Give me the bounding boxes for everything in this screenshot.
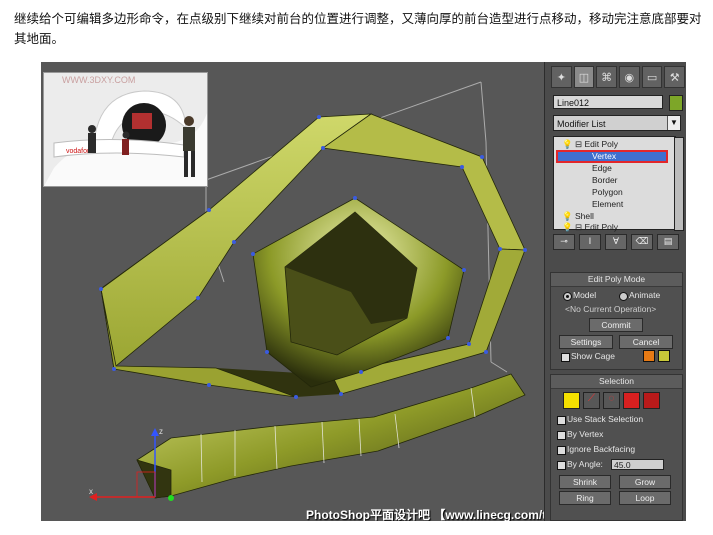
element-subobject-icon[interactable] xyxy=(643,392,660,409)
chevron-down-icon[interactable]: ▼ xyxy=(667,116,680,130)
motion-tab-icon[interactable]: ◉ xyxy=(619,66,640,88)
grow-button[interactable]: Grow xyxy=(619,475,671,489)
use-stack-selection-label: Use Stack Selection xyxy=(567,414,644,424)
lightbulb-icon[interactable]: 💡 xyxy=(562,211,573,221)
edge-subobject-icon[interactable]: ⟋ xyxy=(583,392,600,409)
perspective-viewport[interactable]: x z vodafone WWW.3DXY.COM PhotoShop平面设计吧… xyxy=(41,62,612,521)
by-vertex-label: By Vertex xyxy=(567,429,604,439)
ring-button[interactable]: Ring xyxy=(559,491,611,505)
caption-text: 继续给个可编辑多边形命令，在点级别下继续对前台的位置进行调整，又薄向厚的前台造型… xyxy=(14,11,702,46)
axis-z-label: z xyxy=(159,427,163,436)
stack-item-element[interactable]: Element xyxy=(592,198,623,210)
cage-selected-color-swatch[interactable] xyxy=(658,350,670,362)
stack-toolbar: ⊸ Ⅰ ∀ ⌫ ▤ xyxy=(553,234,681,250)
by-angle-label: By Angle: xyxy=(567,459,603,469)
hierarchy-tab-icon[interactable]: ⌘ xyxy=(596,66,618,88)
selection-title[interactable]: Selection xyxy=(551,375,682,389)
lightbulb-icon[interactable]: 💡 xyxy=(562,222,573,232)
loop-button[interactable]: Loop xyxy=(619,491,671,505)
border-subobject-icon[interactable]: ◌ xyxy=(603,392,620,409)
stack-item-edit-poly-2[interactable]: 💡 ⊟ Edit Poly xyxy=(562,221,618,233)
modifier-list-label: Modifier List xyxy=(557,119,606,129)
configure-sets-icon[interactable]: ▤ xyxy=(657,234,679,250)
make-unique-icon[interactable]: ∀ xyxy=(605,234,627,250)
cancel-button[interactable]: Cancel xyxy=(619,335,673,349)
edit-poly-mode-rollout: Edit Poly Mode Model Animate <No Current… xyxy=(550,272,683,370)
by-vertex-checkbox[interactable] xyxy=(557,431,566,440)
reference-photo-render: vodafone xyxy=(44,73,207,186)
modify-tab-icon[interactable]: ◫ xyxy=(573,66,595,88)
object-color-swatch[interactable] xyxy=(669,95,683,111)
pin-stack-icon[interactable]: ⊸ xyxy=(553,234,575,250)
utilities-tab-icon[interactable]: ⚒ xyxy=(664,66,686,88)
show-cage-label: Show Cage xyxy=(571,351,615,361)
show-end-result-icon[interactable]: Ⅰ xyxy=(579,234,601,250)
model-label: Model xyxy=(573,290,597,300)
axis-x-label: x xyxy=(89,487,93,496)
animate-radio[interactable] xyxy=(619,292,628,301)
lightbulb-icon[interactable]: 💡 xyxy=(562,139,573,149)
use-stack-selection-checkbox[interactable] xyxy=(557,416,566,425)
max-screenshot: x z vodafone WWW.3DXY.COM PhotoShop平面设计吧… xyxy=(41,62,686,521)
ignore-backfacing-label: Ignore Backfacing xyxy=(567,444,636,454)
command-panel: ✦ ◫ ⌘ ◉ ▭ ⚒ Line012 Modifier List ▼ 💡 ⊟ … xyxy=(544,62,686,521)
display-tab-icon[interactable]: ▭ xyxy=(641,66,663,88)
vertex-subobject-icon[interactable] xyxy=(563,392,580,409)
object-name-field[interactable]: Line012 xyxy=(553,95,663,109)
cage-color-swatch[interactable] xyxy=(643,350,655,362)
commit-button[interactable]: Commit xyxy=(589,318,643,332)
command-panel-tabs: ✦ ◫ ⌘ ◉ ▭ ⚒ xyxy=(551,66,686,90)
ignore-backfacing-checkbox[interactable] xyxy=(557,446,566,455)
model-radio[interactable] xyxy=(563,292,572,301)
stack-scrollbar[interactable] xyxy=(674,137,684,231)
remove-modifier-icon[interactable]: ⌫ xyxy=(631,234,653,250)
stack-item-border[interactable]: Border xyxy=(592,174,618,186)
create-tab-icon[interactable]: ✦ xyxy=(551,66,572,88)
shrink-button[interactable]: Shrink xyxy=(559,475,611,489)
stack-item-vertex[interactable]: Vertex xyxy=(592,150,616,162)
stack-item-edge[interactable]: Edge xyxy=(592,162,612,174)
by-angle-row: By Angle: 45.0 xyxy=(551,459,682,471)
show-cage-checkbox[interactable] xyxy=(561,353,570,362)
settings-button[interactable]: Settings xyxy=(559,335,613,349)
polygon-subobject-icon[interactable] xyxy=(623,392,640,409)
stack-item-polygon[interactable]: Polygon xyxy=(592,186,623,198)
selection-rollout: Selection ⟋ ◌ Use Stack Selection By Ver… xyxy=(550,374,683,521)
animate-label: Animate xyxy=(629,290,661,300)
by-angle-checkbox[interactable] xyxy=(557,461,566,470)
current-operation-text: <No Current Operation> xyxy=(565,304,657,314)
edit-poly-mode-title[interactable]: Edit Poly Mode xyxy=(551,273,682,287)
modifier-stack[interactable]: 💡 ⊟ Edit Poly Vertex Edge Border Polygon… xyxy=(553,136,684,233)
reference-photo: vodafone WWW.3DXY.COM xyxy=(43,72,208,187)
inset-watermark: WWW.3DXY.COM xyxy=(62,75,136,85)
modifier-list-dropdown[interactable]: Modifier List ▼ xyxy=(553,115,681,131)
by-angle-spinner[interactable]: 45.0 xyxy=(611,459,664,470)
stack-item-edit-poly[interactable]: 💡 ⊟ Edit Poly xyxy=(562,138,618,150)
